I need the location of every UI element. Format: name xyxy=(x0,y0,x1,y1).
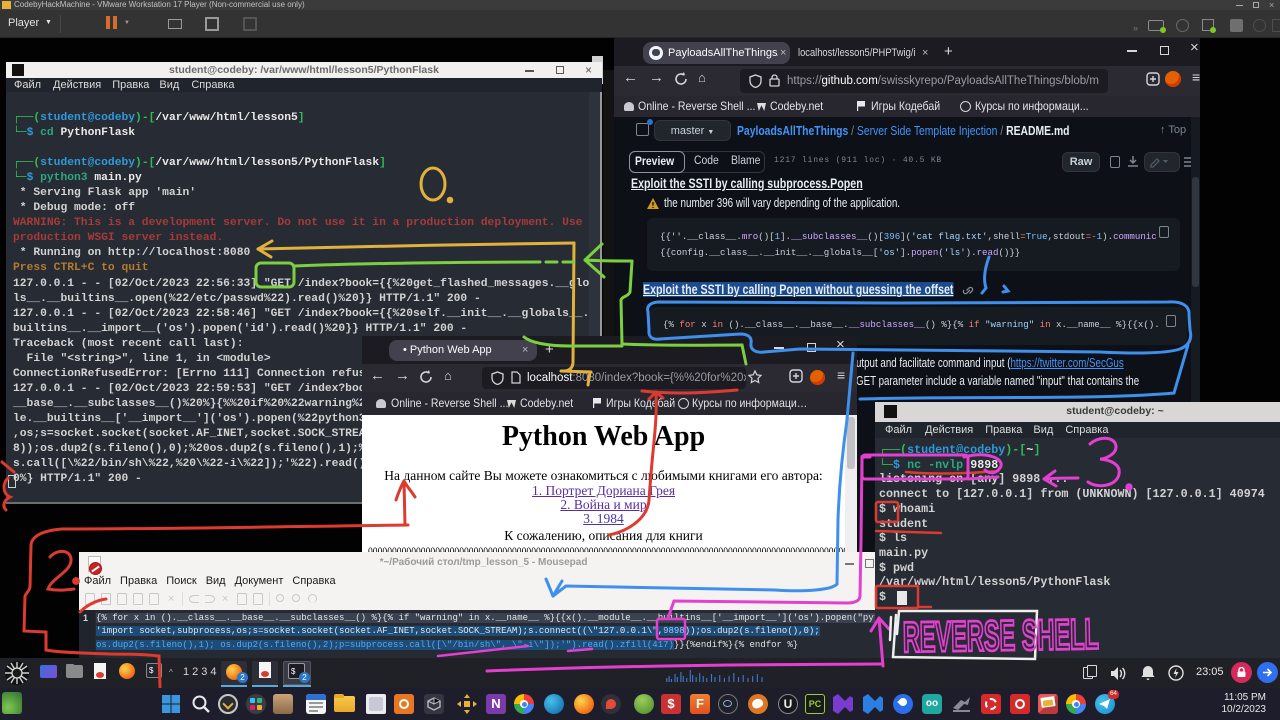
svg-text:REVERSE SHELL: REVERSE SHELL xyxy=(902,611,1099,662)
